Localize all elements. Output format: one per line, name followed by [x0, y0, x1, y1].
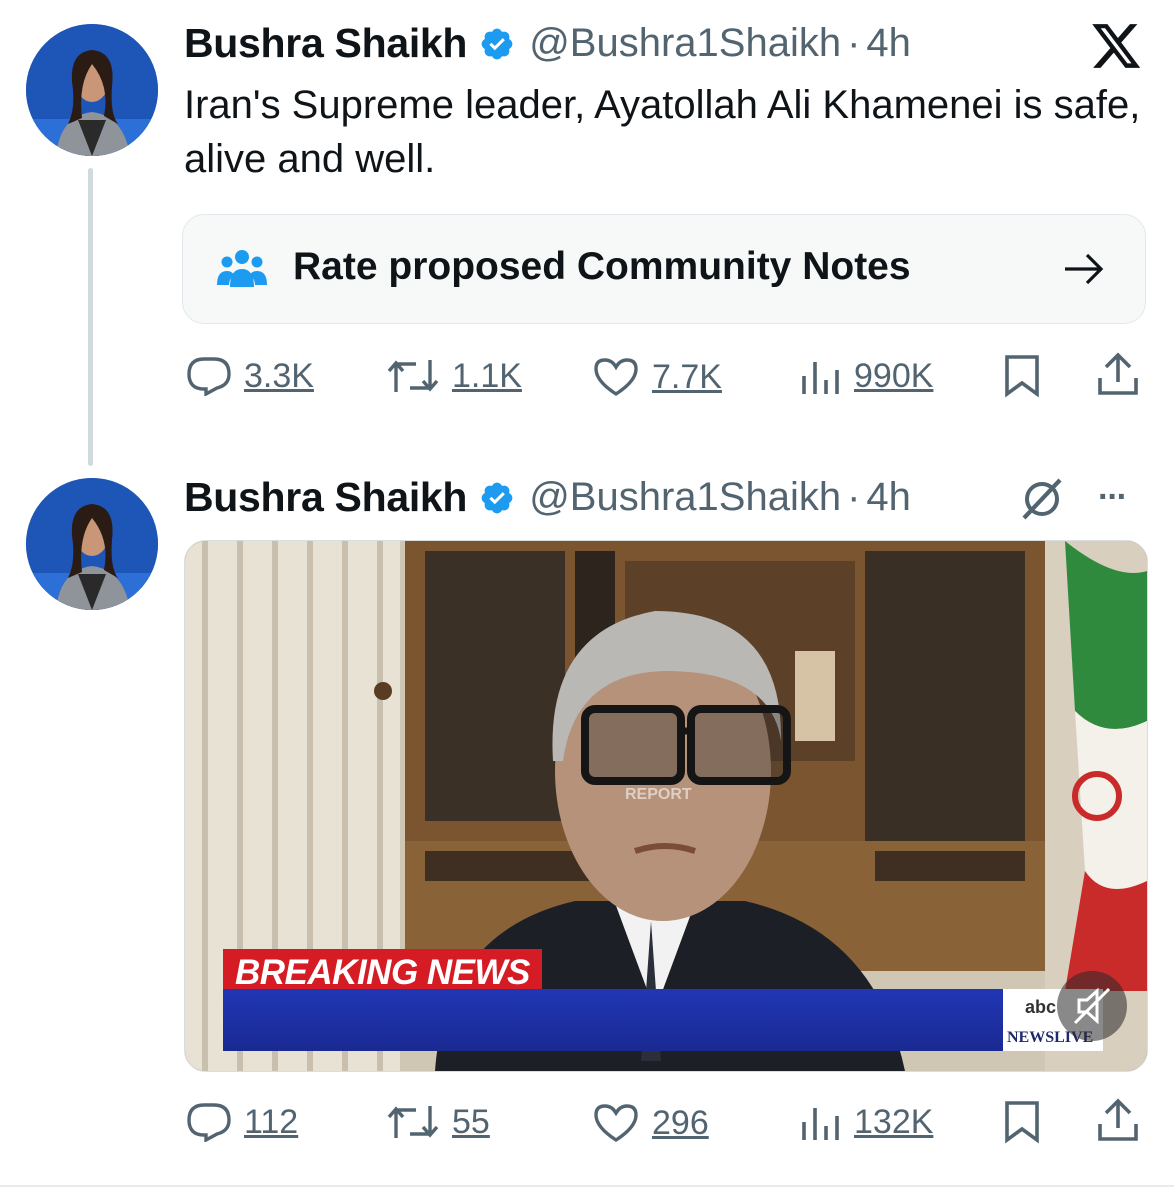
community-notes-prompt[interactable]: Rate proposed Community Notes — [182, 214, 1146, 324]
share-icon[interactable] — [1096, 352, 1140, 398]
verified-badge-icon[interactable] — [479, 480, 515, 516]
bookmark-icon[interactable] — [1002, 354, 1042, 398]
grok-icon[interactable] — [1018, 476, 1066, 522]
reply-icon — [187, 357, 231, 396]
views-button[interactable]: 132K — [798, 1102, 933, 1142]
author-avatar[interactable] — [26, 478, 158, 610]
network-logo-top: abc — [1025, 997, 1057, 1017]
video-player[interactable]: REPORT BREAKING NEWS abc NEWSLIVE — [184, 540, 1148, 1072]
like-count: 7.7K — [652, 357, 722, 396]
x-logo-icon[interactable] — [1092, 24, 1142, 70]
reply-count: 112 — [244, 1102, 299, 1141]
author-name[interactable]: Bushra Shaikh — [184, 474, 467, 521]
repost-icon — [387, 360, 439, 392]
repost-button[interactable]: 55 — [386, 1102, 490, 1142]
breaking-news-bar — [223, 989, 1003, 1051]
tweet-header: Bushra Shaikh @Bushra1Shaikh · 4h — [184, 474, 911, 521]
reply-count: 3.3K — [244, 356, 314, 395]
tweet-text: Iran's Supreme leader, Ayatollah Ali Kha… — [184, 83, 1141, 181]
divider — [0, 1185, 1174, 1187]
community-notes-icon — [217, 250, 267, 287]
like-count: 296 — [652, 1103, 709, 1142]
timestamp[interactable]: 4h — [866, 475, 911, 520]
timestamp[interactable]: 4h — [866, 21, 911, 66]
views-count: 990K — [854, 356, 934, 395]
views-button[interactable]: 990K — [798, 356, 933, 396]
views-icon — [802, 1108, 839, 1140]
repost-count: 1.1K — [452, 356, 522, 395]
reply-icon — [187, 1103, 231, 1142]
verified-badge-icon[interactable] — [479, 26, 515, 62]
author-avatar[interactable] — [26, 24, 158, 156]
thread-connector — [88, 168, 93, 466]
mute-icon — [1073, 987, 1111, 1025]
repost-count: 55 — [452, 1102, 490, 1141]
reply-button[interactable]: 112 — [186, 1102, 298, 1142]
share-icon[interactable] — [1096, 1098, 1140, 1144]
video-watermark: REPORT — [625, 786, 692, 803]
views-count: 132K — [854, 1102, 934, 1141]
separator: · — [847, 21, 861, 65]
tweet-header: Bushra Shaikh @Bushra1Shaikh · 4h — [184, 20, 911, 67]
reply-button[interactable]: 3.3K — [186, 356, 314, 396]
community-notes-label: Rate proposed Community Notes — [293, 245, 911, 288]
like-icon — [594, 1104, 638, 1143]
mute-button[interactable] — [1057, 971, 1127, 1041]
arrow-right-icon — [1065, 253, 1104, 285]
like-button[interactable]: 7.7K — [592, 356, 722, 398]
author-name[interactable]: Bushra Shaikh — [184, 20, 467, 67]
repost-icon — [387, 1106, 439, 1138]
author-handle[interactable]: @Bushra1Shaikh — [529, 475, 841, 520]
bookmark-icon[interactable] — [1002, 1100, 1042, 1144]
views-icon — [802, 362, 839, 394]
like-icon — [594, 358, 638, 397]
repost-button[interactable]: 1.1K — [386, 356, 522, 396]
author-handle[interactable]: @Bushra1Shaikh — [529, 21, 841, 66]
separator: · — [847, 475, 861, 519]
more-icon[interactable]: ··· — [1098, 478, 1128, 517]
like-button[interactable]: 296 — [592, 1102, 709, 1144]
